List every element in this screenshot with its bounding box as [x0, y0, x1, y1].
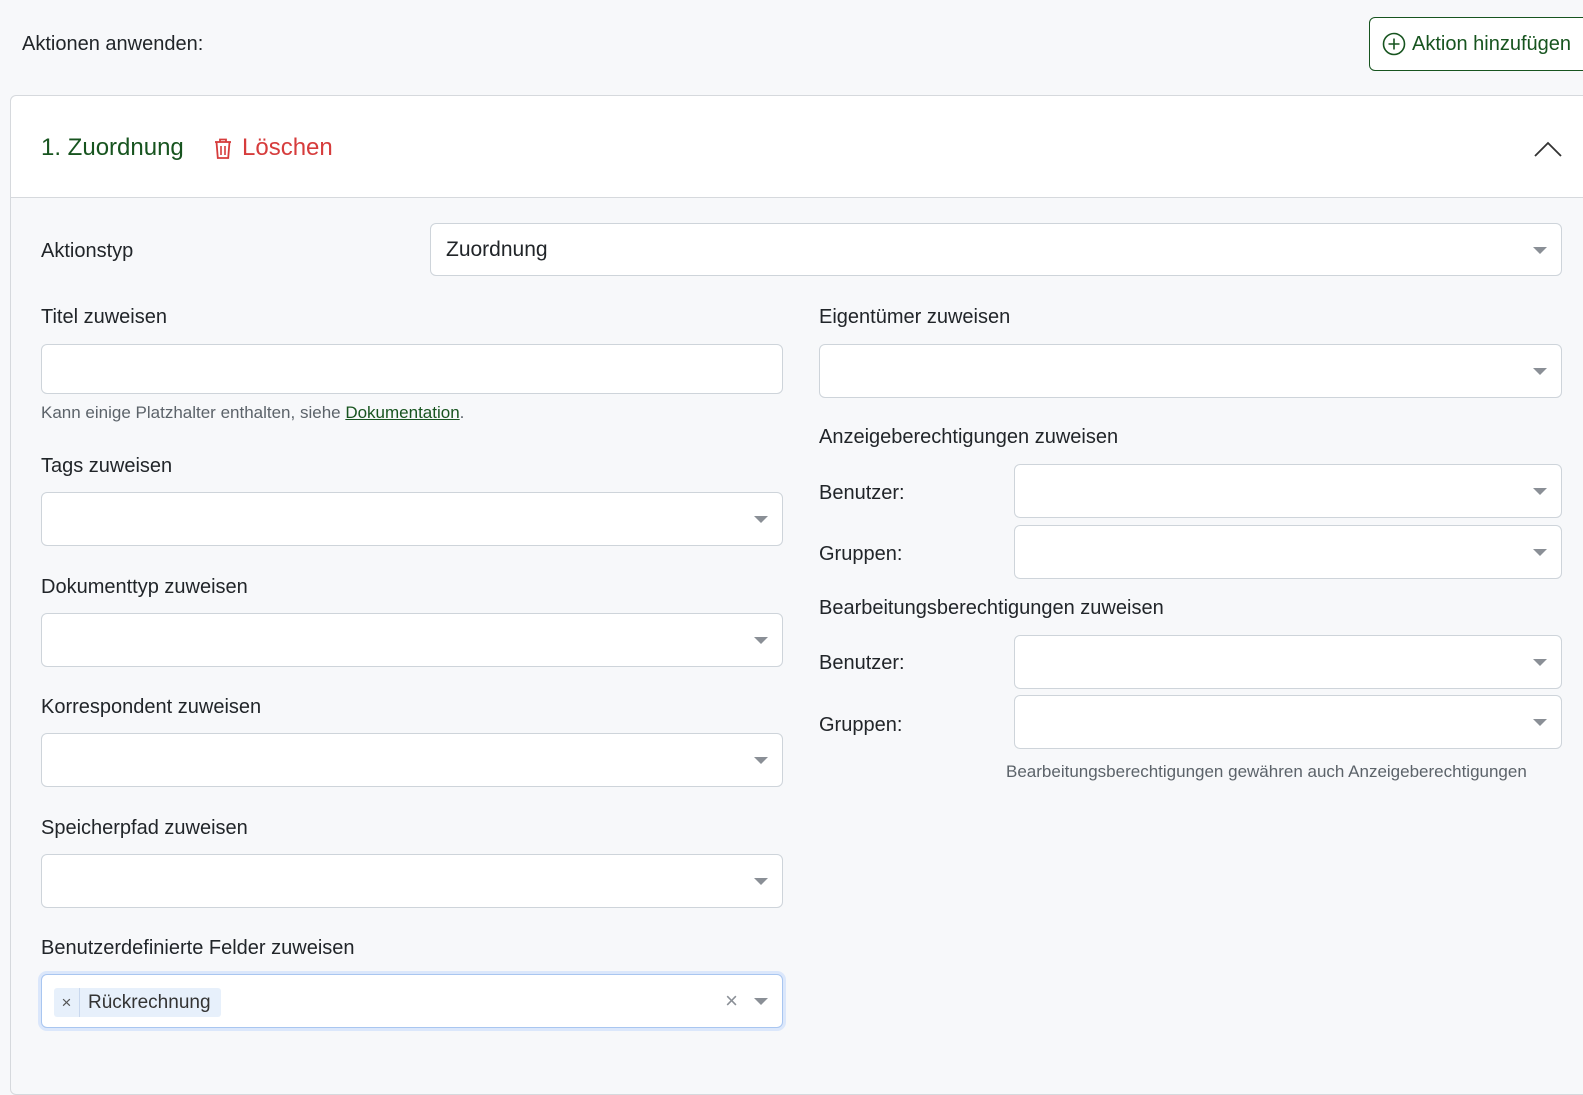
tags-select[interactable] [41, 492, 783, 546]
action-type-value: Zuordnung [446, 237, 548, 261]
chevron-down-icon [754, 878, 768, 885]
edit-groups-label: Gruppen: [819, 714, 903, 736]
owner-select[interactable] [819, 344, 1562, 398]
apply-actions-label: Aktionen anwenden: [22, 33, 204, 55]
view-users-label: Benutzer: [819, 482, 905, 504]
title-hint: Kann einige Platzhalter enthalten, siehe… [41, 403, 465, 422]
action-type-select[interactable]: Zuordnung [430, 223, 1562, 276]
edit-users-label: Benutzer: [819, 652, 905, 674]
owner-label: Eigentümer zuweisen [819, 306, 1011, 328]
document-type-select[interactable] [41, 613, 783, 667]
chevron-down-icon [1533, 549, 1547, 556]
document-type-label: Dokumenttyp zuweisen [41, 576, 248, 598]
delete-action-label: Löschen [242, 134, 333, 161]
chevron-down-icon [1533, 659, 1547, 666]
chevron-down-icon [1533, 719, 1547, 726]
documentation-link[interactable]: Dokumentation [345, 403, 459, 422]
custom-fields-select[interactable]: × Rückrechnung × [41, 974, 783, 1028]
storage-path-select[interactable] [41, 854, 783, 908]
edit-groups-select[interactable] [1014, 695, 1562, 749]
correspondent-label: Korrespondent zuweisen [41, 696, 262, 718]
action-title: 1. Zuordnung [41, 134, 184, 161]
chevron-down-icon [1533, 246, 1547, 254]
edit-permissions-hint: Bearbeitungsberechtigungen gewähren auch… [1006, 762, 1527, 781]
edit-users-select[interactable] [1014, 635, 1562, 689]
trash-icon [215, 138, 231, 159]
action-type-label: Aktionstyp [41, 240, 134, 262]
chevron-down-icon [754, 998, 768, 1005]
chevron-down-icon [1533, 368, 1547, 375]
plus-circle-icon [1382, 32, 1406, 56]
custom-fields-label: Benutzerdefinierte Felder zuweisen [41, 937, 355, 959]
correspondent-select[interactable] [41, 733, 783, 787]
chevron-down-icon [754, 637, 768, 644]
clear-icon[interactable]: × [725, 988, 738, 1014]
tags-label: Tags zuweisen [41, 455, 173, 477]
add-action-label: Aktion hinzufügen [1412, 32, 1572, 55]
edit-permissions-label: Bearbeitungsberechtigungen zuweisen [819, 597, 1164, 619]
view-users-select[interactable] [1014, 464, 1562, 518]
chevron-down-icon [754, 516, 768, 523]
title-label: Titel zuweisen [41, 306, 167, 328]
title-input[interactable] [41, 344, 783, 394]
selected-chip: × Rückrechnung [54, 988, 221, 1017]
chevron-down-icon [754, 757, 768, 764]
view-permissions-label: Anzeigeberechtigungen zuweisen [819, 426, 1119, 448]
chevron-up-icon[interactable] [1530, 134, 1566, 164]
view-groups-label: Gruppen: [819, 543, 903, 565]
add-action-button[interactable]: Aktion hinzufügen [1369, 17, 1583, 71]
storage-path-label: Speicherpfad zuweisen [41, 817, 248, 839]
delete-action-button[interactable]: Löschen [212, 134, 333, 162]
chip-label: Rückrechnung [88, 991, 211, 1013]
view-groups-select[interactable] [1014, 525, 1562, 579]
remove-chip-icon[interactable]: × [54, 988, 80, 1017]
chevron-down-icon [1533, 488, 1547, 495]
